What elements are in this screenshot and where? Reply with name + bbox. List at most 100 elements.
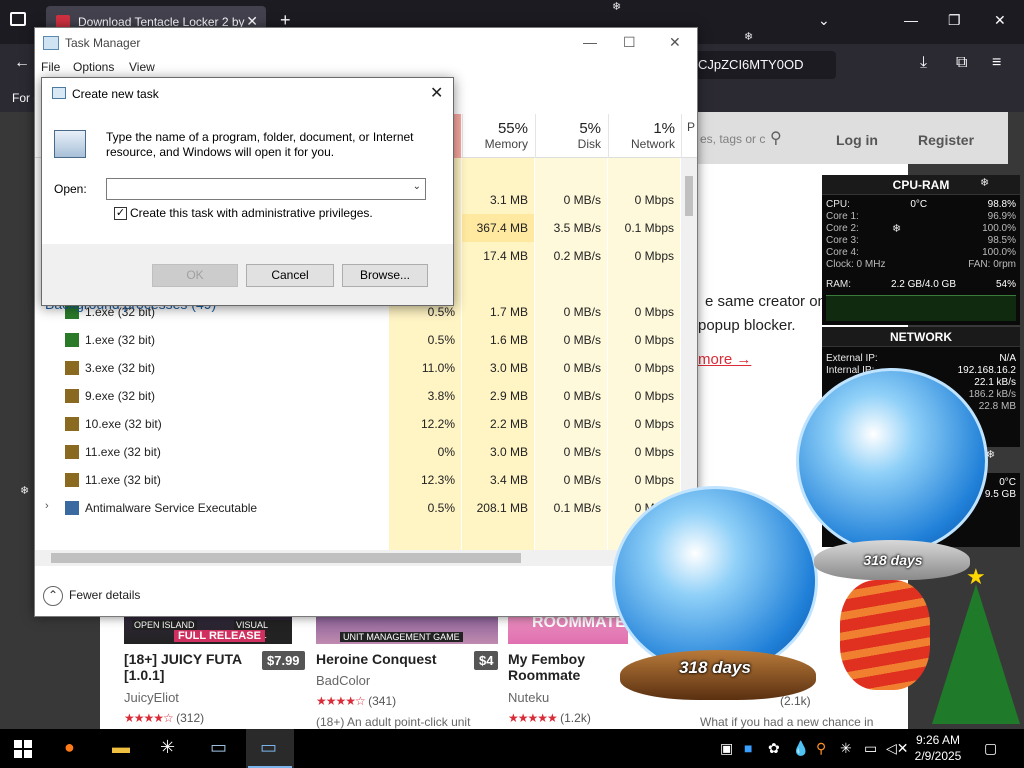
column-header-power[interactable]: P (681, 114, 697, 158)
tray-drop-icon[interactable]: 💧 (792, 740, 809, 757)
ok-button[interactable]: OK (152, 264, 238, 287)
search-icon[interactable]: ⚲ (770, 128, 782, 148)
network-percent: 1% (653, 120, 675, 137)
disk-cell: 0 MB/s (535, 298, 607, 326)
more-link[interactable]: more → (698, 351, 751, 368)
close-window-icon[interactable]: ✕ (994, 12, 1006, 29)
star-rating-icon: ★★★★★ (508, 711, 558, 725)
admin-checkbox[interactable]: ✓ (114, 207, 127, 220)
network-total: 22.8 MB (978, 401, 1016, 412)
column-header-memory[interactable]: 55% Memory (462, 114, 534, 158)
table-row[interactable]: 1.exe (32 bit) 0.5% 1.6 MB 0 MB/s 0 Mbps (35, 326, 697, 354)
task-manager-titlebar[interactable]: Task Manager — ☐ ✕ (35, 28, 697, 58)
tab-overflow-chevron-icon[interactable]: ⌄ (818, 12, 830, 29)
notification-icon[interactable]: ▢ (984, 740, 997, 757)
memory-cell: 17.4 MB (462, 242, 534, 270)
column-header-disk[interactable]: 5% Disk (535, 114, 607, 158)
tray-app-icon[interactable]: ■ (744, 740, 752, 756)
tray-app-icon[interactable]: ▣ (720, 740, 733, 757)
horizontal-scrollbar[interactable] (35, 550, 697, 566)
open-combobox[interactable]: ⌄ (106, 178, 426, 200)
game-title[interactable]: [18+] JUICY FUTA [1.0.1] (124, 651, 260, 683)
table-row[interactable]: 11.exe (32 bit) 0% 3.0 MB 0 MB/s 0 Mbps (35, 438, 697, 466)
ram-value: 2.2 GB/4.0 GB (890, 279, 957, 290)
memory-cell: 1.6 MB (462, 326, 534, 354)
back-arrow-icon[interactable]: ← (14, 54, 30, 72)
run-icon (52, 87, 66, 99)
cpu-cell: 12.3% (389, 466, 461, 494)
close-icon[interactable]: ✕ (669, 34, 681, 51)
taskbar-snowflake-app[interactable]: ✳ (146, 729, 194, 768)
scrollbar-thumb[interactable] (685, 176, 693, 216)
folder-icon: ▬ (112, 737, 130, 757)
table-row[interactable]: 11.exe (32 bit) 12.3% 3.4 MB 0 MB/s 0 Mb… (35, 466, 697, 494)
taskbar-clock[interactable]: 9:26 AM 2/9/2025 (906, 732, 970, 764)
maximize-icon[interactable]: ❐ (948, 12, 961, 29)
disk-cell: 3.5 MB/s (535, 214, 607, 242)
windows-start-icon[interactable] (14, 740, 32, 758)
taskbar-task-manager[interactable]: ▭ (246, 729, 294, 768)
process-name: 11.exe (32 bit) (85, 473, 161, 487)
table-row[interactable]: 9.exe (32 bit) 3.8% 2.9 MB 0 MB/s 0 Mbps (35, 382, 697, 410)
taskbar-file-explorer[interactable]: ▬ (98, 729, 146, 768)
globe-days-counter: 318 days (679, 658, 751, 677)
chevron-down-icon[interactable]: ⌄ (413, 181, 421, 192)
cancel-button[interactable]: Cancel (246, 264, 334, 287)
taskbar-app[interactable]: ▭ (196, 729, 244, 768)
disk-cell: 0 MB/s (535, 438, 607, 466)
chevron-up-icon[interactable]: ⌃ (43, 586, 63, 606)
extensions-icon[interactable]: ⧉ (956, 54, 967, 72)
menu-hamburger-icon[interactable]: ≡ (992, 54, 1001, 72)
tab-list-icon[interactable] (10, 12, 26, 26)
scrollbar-thumb[interactable] (51, 553, 521, 563)
maximize-icon[interactable]: ☐ (623, 34, 636, 51)
tray-asterisk-icon[interactable]: ✳ (840, 740, 852, 757)
tray-search-icon[interactable]: ⚲ (816, 740, 826, 757)
downloads-icon[interactable]: ⤓ (920, 54, 927, 72)
url-bar[interactable]: CJpZCI6MTY0OD (690, 51, 836, 79)
expand-chevron-icon[interactable]: › (45, 500, 49, 512)
menu-file[interactable]: File (41, 60, 60, 74)
minimize-icon[interactable]: — (583, 34, 597, 50)
menu-view[interactable]: View (129, 60, 155, 74)
process-tree-icon (65, 417, 79, 431)
game-author[interactable]: JuicyEliot (124, 690, 179, 705)
process-window-icon (65, 501, 79, 515)
run-program-icon (54, 130, 86, 158)
game-author[interactable]: Nuteku (508, 690, 549, 705)
login-link[interactable]: Log in (836, 132, 878, 148)
tray-app-icon[interactable]: ✿ (768, 740, 780, 757)
admin-checkbox-label[interactable]: Create this task with administrative pri… (130, 206, 373, 220)
register-link[interactable]: Register (918, 132, 974, 148)
disk-temp: 0°C (999, 477, 1016, 488)
table-row[interactable]: 10.exe (32 bit) 12.2% 2.2 MB 0 MB/s 0 Mb… (35, 410, 697, 438)
disk-cell: 0 MB/s (535, 382, 607, 410)
table-row[interactable]: › Antimalware Service Executable 0.5% 20… (35, 494, 697, 522)
game-title[interactable]: Heroine Conquest (316, 651, 437, 667)
network-cell: 0 Mbps (608, 186, 680, 214)
snowflake-icon: ❄ (892, 223, 902, 235)
table-row[interactable] (35, 522, 697, 550)
network-icon[interactable]: ▭ (864, 740, 877, 757)
widget-title: CPU-RAM (822, 175, 1020, 195)
core-label: Core 4: (826, 247, 859, 258)
column-header-network[interactable]: 1% Network (608, 114, 681, 158)
taskbar: ● ▬ ✳ ▭ ▭ ▣ ■ ✿ 💧 ⚲ ✳ ▭ ◁✕ 9:26 AM 2/9/2… (0, 729, 1024, 768)
game-author[interactable]: BadColor (316, 673, 370, 688)
process-name: 1.exe (32 bit) (85, 333, 156, 347)
table-row[interactable]: 3.exe (32 bit) 11.0% 3.0 MB 0 MB/s 0 Mbp… (35, 354, 697, 382)
menu-options[interactable]: Options (73, 60, 114, 74)
dialog-titlebar[interactable]: Create new task ✕ (42, 78, 453, 108)
game-tag: OPEN ISLAND (132, 620, 197, 630)
browse-button[interactable]: Browse... (342, 264, 428, 287)
network-cell: 0 Mbps (608, 242, 680, 270)
close-icon[interactable]: ✕ (430, 83, 443, 103)
fewer-details-link[interactable]: Fewer details (69, 588, 140, 602)
game-title[interactable]: My Femboy Roommate (508, 651, 608, 683)
core-value: 100.0% (982, 247, 1016, 258)
core-label: Core 3: (826, 235, 859, 246)
site-search-input[interactable]: es, tags or c (700, 132, 765, 146)
minimize-icon[interactable]: — (904, 12, 918, 28)
taskbar-firefox[interactable]: ● (50, 729, 98, 768)
disk-percent: 5% (579, 120, 601, 137)
